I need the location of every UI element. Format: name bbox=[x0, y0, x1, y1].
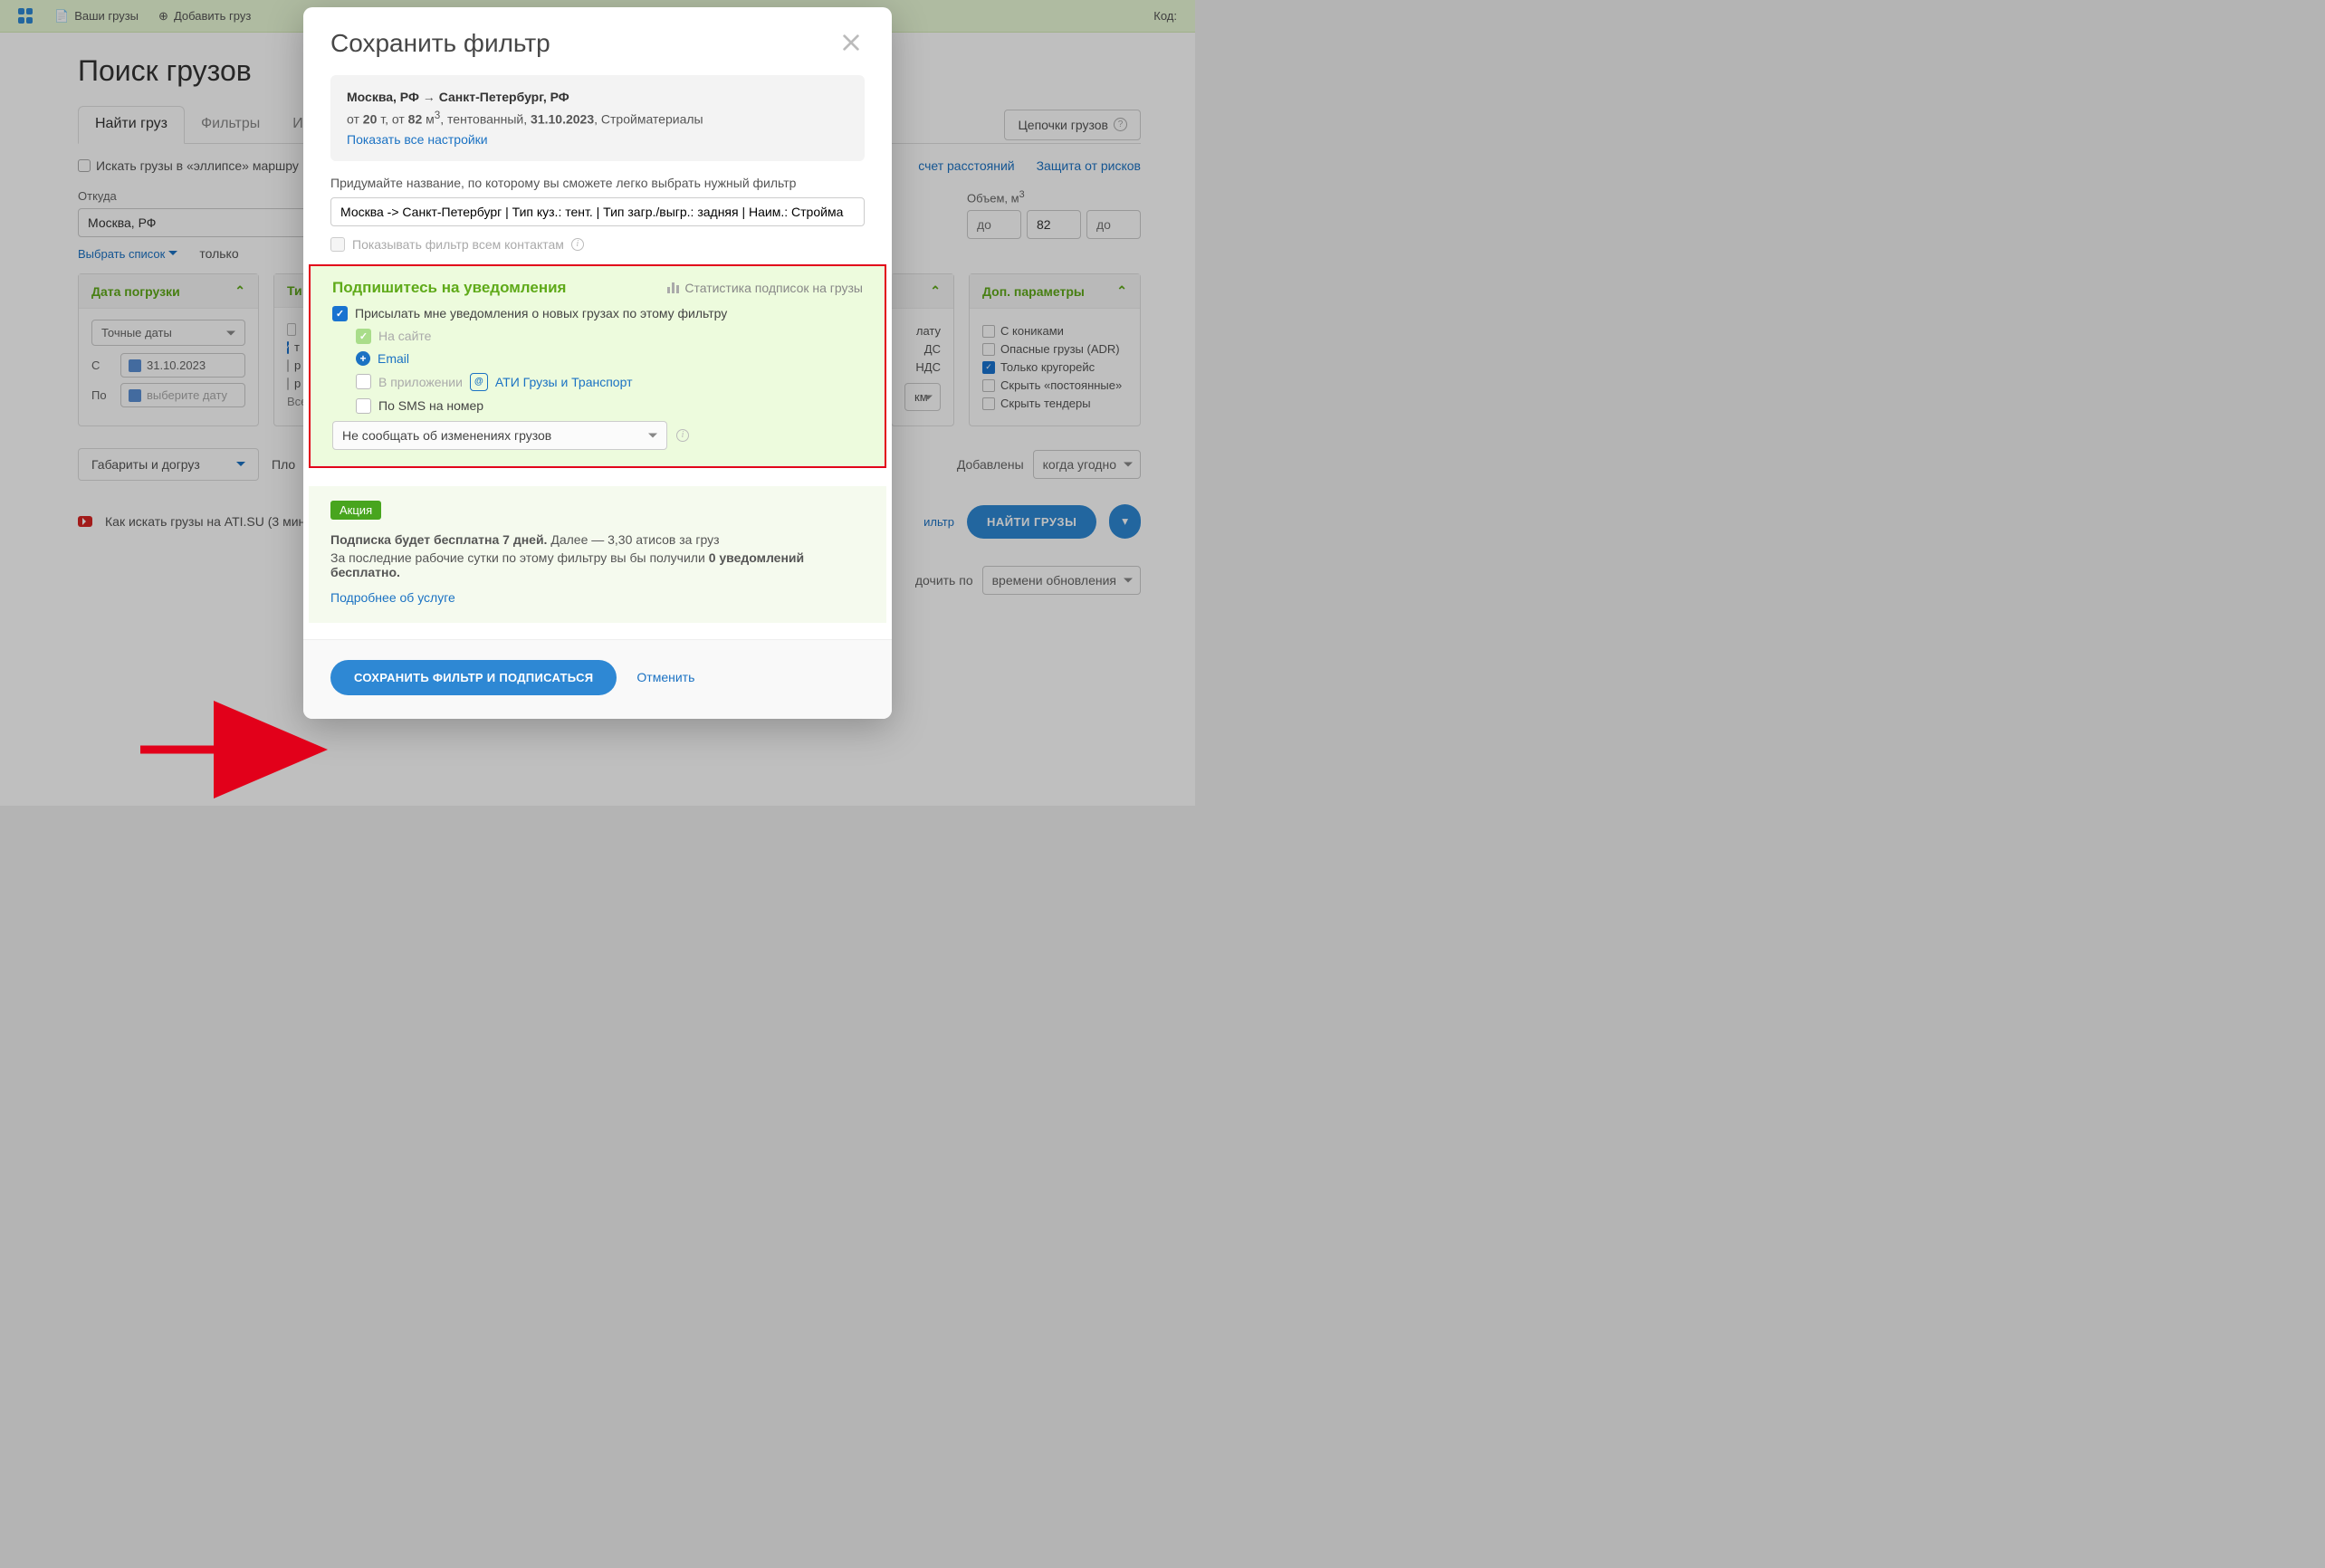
name-prompt: Придумайте название, по которому вы смож… bbox=[330, 176, 865, 190]
save-filter-subscribe-button[interactable]: СОХРАНИТЬ ФИЛЬТР И ПОДПИСАТЬСЯ bbox=[330, 660, 617, 695]
info-icon[interactable]: i bbox=[571, 238, 584, 251]
notify-email[interactable]: + Email bbox=[356, 351, 863, 366]
notify-app[interactable]: В приложении @ АТИ Грузы и Транспорт bbox=[356, 373, 863, 391]
modal-title: Сохранить фильтр bbox=[330, 29, 550, 58]
promo-badge: Акция bbox=[330, 501, 381, 520]
info-icon[interactable]: i bbox=[676, 429, 689, 442]
close-button[interactable] bbox=[837, 29, 865, 59]
notify-onsite[interactable]: На сайте bbox=[356, 329, 863, 344]
notifications-title: Подпишитесь на уведомления bbox=[332, 279, 566, 297]
show-all-settings-link[interactable]: Показать все настройки bbox=[347, 132, 488, 147]
callout-arrow-icon bbox=[140, 733, 330, 772]
share-filter-row[interactable]: Показывать фильтр всем контактам i bbox=[330, 237, 865, 252]
changes-select[interactable]: Не сообщать об изменениях грузов bbox=[332, 421, 667, 450]
app-icon: @ bbox=[470, 373, 488, 391]
stats-link[interactable]: Статистика подписок на грузы bbox=[667, 281, 863, 295]
promo-more-link[interactable]: Подробнее об услуге bbox=[330, 590, 455, 605]
plus-icon: + bbox=[356, 351, 370, 366]
save-filter-modal: Сохранить фильтр Москва, РФ → Санкт-Пете… bbox=[303, 7, 892, 719]
notify-main-checkbox[interactable]: Присылать мне уведомления о новых грузах… bbox=[332, 306, 863, 321]
notify-sms[interactable]: По SMS на номер bbox=[356, 398, 863, 414]
filter-summary-card: Москва, РФ → Санкт-Петербург, РФ от 20 т… bbox=[330, 75, 865, 161]
notifications-block: Подпишитесь на уведомления Статистика по… bbox=[309, 264, 886, 468]
share-filter-checkbox[interactable] bbox=[330, 237, 345, 252]
bars-icon bbox=[667, 282, 679, 293]
cancel-button[interactable]: Отменить bbox=[636, 670, 694, 684]
filter-name-input[interactable] bbox=[330, 197, 865, 226]
close-icon bbox=[841, 33, 861, 53]
promo-block: Акция Подписка будет бесплатна 7 дней. Д… bbox=[309, 486, 886, 623]
